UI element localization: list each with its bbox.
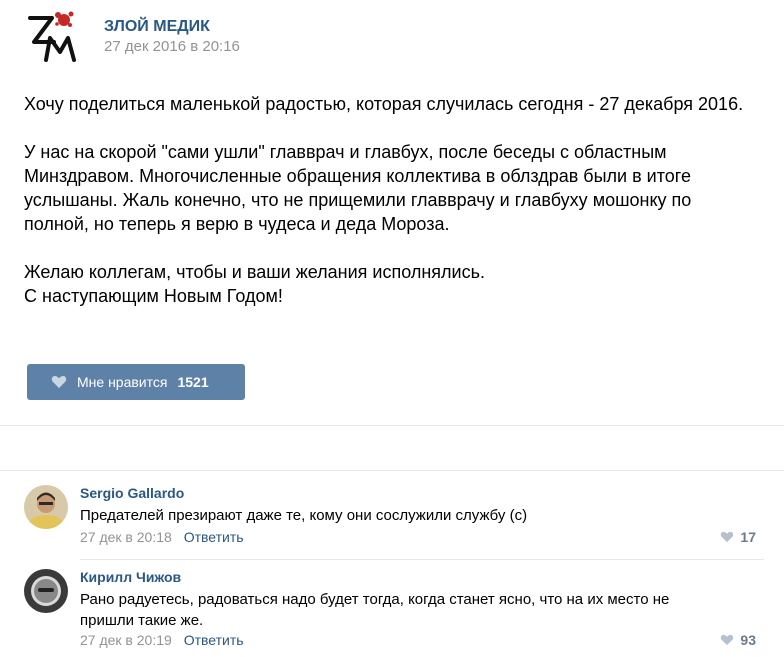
post-date[interactable]: 27 дек 2016 в 20:16: [104, 38, 240, 55]
post-line: Минздравом. Многочисленные обращения кол…: [24, 166, 691, 186]
post-line: У нас на скорой "сами ушли" главврач и г…: [24, 142, 667, 162]
post-author[interactable]: ЗЛОЙ МЕДИК: [104, 18, 210, 36]
like-count: 1521: [177, 374, 209, 390]
post-text: Хочу поделиться маленькой радостью, кото…: [24, 92, 764, 308]
comment-like-count: 93: [740, 632, 756, 648]
post-line: С наступающим Новым Годом!: [24, 286, 283, 306]
comment-time[interactable]: 27 дек в 20:18: [80, 529, 172, 545]
heart-icon: [51, 375, 67, 388]
comment-meta: 27 дек в 20:19 Ответить: [80, 632, 244, 648]
truncated-text-edge: [24, 338, 344, 344]
heart-icon: [721, 634, 734, 646]
comment: Кирилл Чижов Рано радуетесь, радоваться …: [24, 569, 764, 653]
comment-author[interactable]: Sergio Gallardo: [80, 485, 184, 501]
divider: [0, 425, 784, 426]
post-header: ЗЛОЙ МЕДИК 27 дек 2016 в 20:16: [24, 8, 764, 68]
post-line: Желаю коллегам, чтобы и ваши желания исп…: [24, 262, 485, 282]
comment-text: Рано радуетесь, радоваться надо будет то…: [80, 591, 670, 629]
post-line: полной, но теперь я верю в чудеса и деда…: [24, 214, 450, 234]
comment-meta: 27 дек в 20:18 Ответить: [80, 529, 244, 545]
like-button[interactable]: Мне нравится 1521: [27, 364, 245, 400]
divider: [80, 559, 764, 560]
post-line: услышаны. Жаль конечно, что не прищемили…: [24, 190, 692, 210]
comment-like[interactable]: 93: [720, 632, 756, 648]
reply-link[interactable]: Ответить: [184, 529, 244, 545]
divider: [0, 470, 784, 471]
heart-icon: [721, 531, 734, 543]
comment-author[interactable]: Кирилл Чижов: [80, 569, 181, 585]
logo-zm-icon[interactable]: [24, 8, 84, 64]
comment-text: Предателей презирают даже те, кому они с…: [80, 507, 528, 524]
comment-like[interactable]: 17: [720, 529, 756, 545]
comment: Sergio Gallardo Предателей презирают даж…: [24, 485, 764, 557]
comment-time[interactable]: 27 дек в 20:19: [80, 632, 172, 648]
reply-link[interactable]: Ответить: [184, 632, 244, 648]
comment-like-count: 17: [740, 529, 756, 545]
avatar[interactable]: [24, 485, 68, 529]
post-line: Хочу поделиться маленькой радостью, кото…: [24, 94, 744, 114]
avatar[interactable]: [24, 569, 68, 613]
like-label: Мне нравится: [77, 374, 168, 390]
